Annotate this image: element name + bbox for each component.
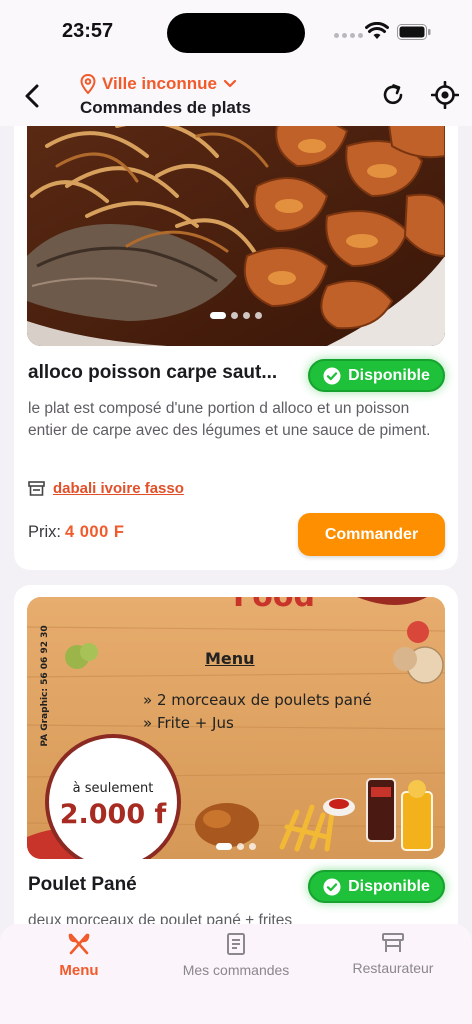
dish-title: Poulet Pané — [28, 874, 137, 895]
back-button[interactable] — [18, 80, 46, 112]
poster-menu-title: Menu — [205, 649, 255, 668]
dynamic-island — [167, 13, 305, 53]
badge-label: Disponible — [348, 877, 430, 895]
page-title: Commandes de plats — [80, 98, 251, 117]
refresh-icon — [383, 84, 403, 105]
location-name: Ville inconnue — [102, 74, 217, 93]
check-circle-icon — [323, 878, 341, 895]
poster-offer-label: à seulement — [72, 781, 154, 796]
poster-line-1: » 2 morceaux de poulets pané — [143, 691, 372, 709]
check-circle-icon — [323, 367, 341, 384]
wifi-icon — [365, 22, 389, 39]
dish-photo[interactable] — [27, 126, 445, 346]
stall-icon — [382, 933, 404, 952]
available-badge: Disponible — [308, 870, 445, 903]
restaurant-link-row[interactable]: dabali ivoire fasso — [28, 480, 184, 497]
available-badge: Disponible — [308, 359, 445, 392]
crosshair-icon — [430, 80, 460, 110]
carousel-dots[interactable] — [27, 843, 445, 850]
price-value: 4 000 F — [65, 523, 125, 541]
locate-me-button[interactable] — [430, 80, 460, 110]
price-label: Prix: — [28, 523, 61, 541]
order-button[interactable]: Commander — [298, 513, 445, 556]
dish-photo[interactable]: Food Menu » 2 morceaux de poulets pané »… — [27, 597, 445, 859]
cellular-signal-icon — [334, 33, 363, 38]
location-selector[interactable]: Ville inconnue — [80, 74, 237, 94]
dish-card[interactable]: Food Menu » 2 morceaux de poulets pané »… — [14, 585, 458, 924]
nav-item-restaurateur[interactable]: Restaurateur — [318, 932, 468, 976]
nav-label-restaurateur: Restaurateur — [352, 960, 434, 976]
fork-knife-icon — [68, 933, 90, 955]
badge-label: Disponible — [348, 366, 430, 384]
status-bar: 23:57 — [0, 0, 472, 64]
poster-line-2: » Frite + Jus — [143, 714, 234, 732]
poster-side-text: PA Graphic: 56 06 92 30 — [40, 625, 50, 747]
dish-card[interactable]: alloco poisson carpe saut... Disponible … — [14, 126, 458, 570]
dish-title: alloco poisson carpe saut... — [28, 362, 278, 383]
chevron-left-icon — [25, 84, 39, 108]
status-time: 23:57 — [62, 20, 114, 42]
dish-description: le plat est composé d'une portion d allo… — [28, 400, 431, 439]
restaurant-link[interactable]: dabali ivoire fasso — [53, 480, 184, 497]
carousel-dots[interactable] — [27, 312, 445, 319]
receipt-icon — [227, 933, 245, 955]
app-header: Ville inconnue Commandes de plats — [0, 64, 472, 126]
dish-feed[interactable]: alloco poisson carpe saut... Disponible … — [0, 126, 472, 924]
nav-item-menu[interactable]: Menu — [4, 932, 154, 979]
poster-heading: Food — [233, 597, 315, 614]
poster-offer-price: 2.000 f — [59, 799, 167, 830]
dish-description: deux morceaux de poulet pané + frites — [28, 912, 293, 924]
battery-icon — [397, 24, 431, 40]
refresh-button[interactable] — [380, 82, 406, 108]
storefront-icon — [28, 481, 45, 496]
bottom-navigation: Menu Mes commandes Restaurateur — [0, 924, 472, 1024]
nav-label-orders: Mes commandes — [182, 962, 290, 978]
location-pin-icon — [80, 74, 96, 94]
nav-item-orders[interactable]: Mes commandes — [161, 932, 311, 978]
nav-label-menu: Menu — [59, 962, 99, 979]
chevron-down-icon — [223, 79, 237, 88]
price-row: Prix: 4 000 F — [28, 523, 124, 542]
